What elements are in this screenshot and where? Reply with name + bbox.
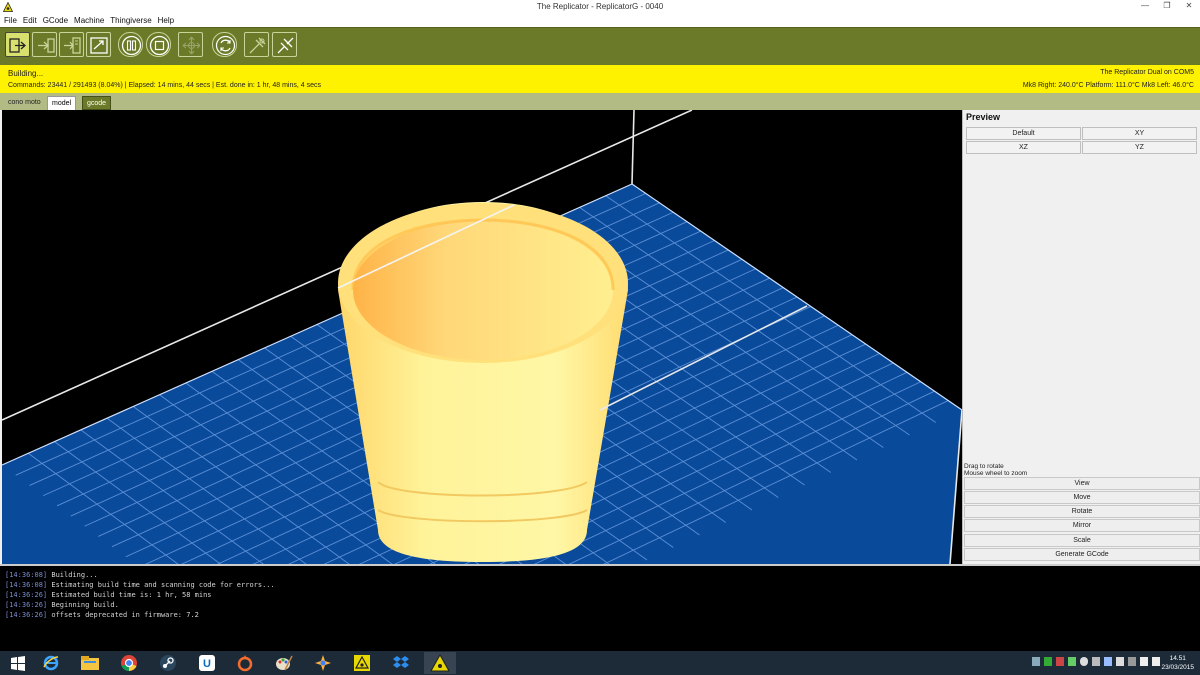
control-panel-icon [182,36,201,55]
build-to-file-icon [38,38,55,53]
file-tabs: cono moto model gcode [0,93,1200,110]
toolbar [0,27,1200,65]
view-xz-button[interactable]: XZ [966,141,1081,154]
upload-button[interactable] [59,32,84,57]
tray-icon[interactable] [1056,657,1064,666]
view-yz-button[interactable]: YZ [1082,141,1197,154]
preview-panel: Preview Default XY XZ YZ Drag to rotate … [962,110,1200,564]
build-button[interactable] [5,32,30,57]
internet-explorer-icon[interactable] [37,652,65,674]
panel-title: Preview [966,112,1001,122]
console-line: [14:36:26] offsets deprecated in firmwar… [5,611,199,619]
console-line: [14:36:26] Estimated build time is: 1 hr… [5,591,212,599]
onedrive-icon[interactable] [1080,657,1088,666]
control-panel-button[interactable] [178,32,203,57]
tray-icon[interactable] [1044,657,1052,666]
view-xy-button[interactable]: XY [1082,127,1197,140]
build-icon [9,38,26,53]
view-mode-button[interactable]: View [964,477,1200,490]
reset-icon [215,35,236,56]
build-to-sd-icon [90,37,108,54]
flag-icon[interactable] [1116,657,1124,666]
window-title: The Replicator - ReplicatorG - 0040 [536,2,664,11]
rotate-mode-button[interactable]: Rotate [964,505,1200,518]
dropbox-icon[interactable] [387,652,415,674]
hint-zoom: Mouse wheel to zoom [964,470,1028,477]
menu-bar: File Edit GCode Machine Thingiverse Help [0,14,1200,27]
menu-edit[interactable]: Edit [23,14,37,27]
mirror-mode-button[interactable]: Mirror [964,519,1200,532]
svg-text:U: U [203,658,211,670]
menu-thingiverse[interactable]: Thingiverse [110,14,151,27]
expand-tray-icon[interactable] [1128,657,1136,666]
reset-button[interactable] [212,32,237,57]
stop-button[interactable] [146,32,171,57]
console-log[interactable]: [14:36:08] Building... [14:36:08] Estima… [0,564,1200,651]
menu-help[interactable]: Help [158,14,174,27]
stop-icon [149,35,170,56]
minimize-icon[interactable]: — [1134,0,1156,14]
model-preview-viewport[interactable] [2,110,962,564]
replicatorg-icon[interactable] [348,652,376,674]
pause-icon [121,35,142,56]
build-status-bar: Building... Commands: 23441 / 291493 (8.… [0,65,1200,93]
title-bar: The Replicator - ReplicatorG - 0040 — ❐ … [0,0,1200,14]
windows-taskbar: U 14.51 23/03/2015 [0,651,1200,675]
clock-date: 23/03/2015 [1161,664,1194,671]
connect-icon [249,37,266,54]
tab-gcode[interactable]: gcode [82,96,112,110]
tray-icon[interactable] [1068,657,1076,666]
disconnect-icon [277,37,294,54]
build-to-sd-button[interactable] [86,32,111,57]
upload-icon [64,37,81,54]
view-default-button[interactable]: Default [966,127,1081,140]
system-clock[interactable]: 14.51 23/03/2015 [1161,654,1194,672]
build-progress-text: Commands: 23441 / 291493 (8.04%) | Elaps… [8,82,321,89]
steam-tray-icon[interactable] [1032,657,1040,666]
paint-icon[interactable] [270,652,298,674]
replicatorg-running-icon[interactable] [424,652,456,674]
preview-scene [2,110,962,564]
windows-start-icon[interactable] [4,652,32,674]
tray-icon[interactable] [1092,657,1100,666]
clock-time: 14.51 [1169,655,1186,662]
temperature-readout: Mk8 Right: 240.0°C Platform: 111.0°C Mk8… [1022,82,1194,89]
menu-gcode[interactable]: GCode [43,14,68,27]
network-icon[interactable] [1140,657,1148,666]
scale-mode-button[interactable]: Scale [964,534,1200,547]
generate-gcode-button[interactable]: Generate GCode [964,548,1200,561]
tab-model[interactable]: model [47,96,77,110]
pause-button[interactable] [118,32,143,57]
tab-cono-moto[interactable]: cono moto [4,96,45,110]
uplay-icon[interactable]: U [193,652,221,674]
menu-machine[interactable]: Machine [74,14,104,27]
build-to-file-button[interactable] [32,32,57,57]
console-line: [14:36:26] Beginning build. [5,601,119,609]
build-state: Building... [8,69,44,78]
menu-file[interactable]: File [4,14,17,27]
file-explorer-icon[interactable] [76,652,104,674]
disconnect-button[interactable] [272,32,297,57]
console-line: [14:36:08] Estimating build time and sca… [5,581,275,589]
move-mode-button[interactable]: Move [964,491,1200,504]
origin-icon[interactable] [231,652,259,674]
chrome-icon[interactable] [115,652,143,674]
restore-icon[interactable]: ❐ [1156,0,1178,14]
steam-icon[interactable] [154,652,182,674]
volume-icon[interactable] [1152,657,1160,666]
machine-name: The Replicator Dual on COM5 [1100,69,1194,76]
game-icon[interactable] [309,652,337,674]
dropbox-tray-icon[interactable] [1104,657,1112,666]
console-line: [14:36:08] Building... [5,571,98,579]
connect-button[interactable] [244,32,269,57]
system-tray [1032,657,1160,666]
close-icon[interactable]: ✕ [1178,0,1200,14]
hint-rotate: Drag to rotate [964,463,1004,470]
